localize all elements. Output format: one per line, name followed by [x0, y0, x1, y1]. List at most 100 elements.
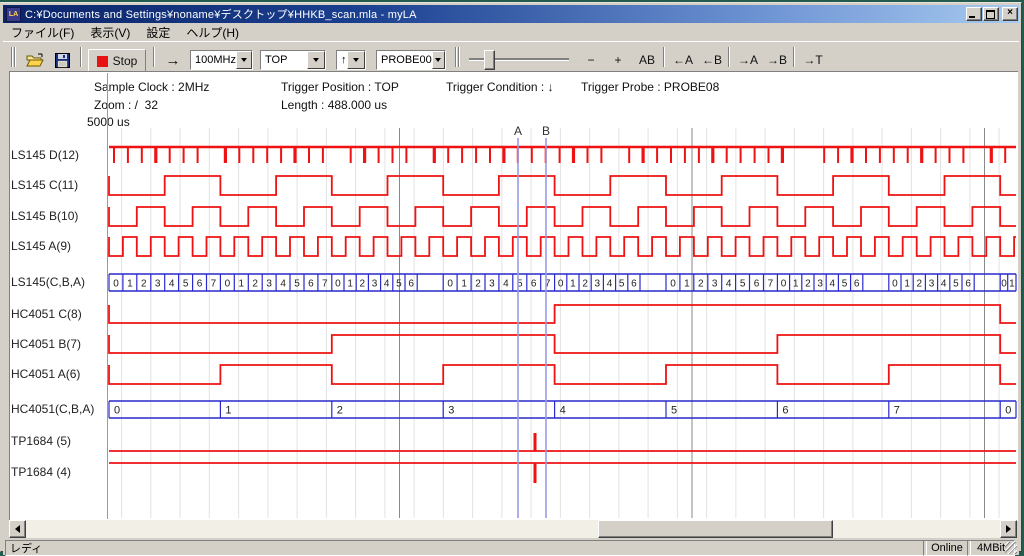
toolbar-separator: [663, 47, 665, 67]
scroll-left-button[interactable]: [9, 520, 26, 538]
triangle-right-icon: [1006, 525, 1011, 533]
bus-value: 5: [183, 279, 189, 290]
bus-value: 4: [941, 279, 947, 290]
stop-button[interactable]: Stop: [88, 49, 146, 73]
bus-value: 1: [127, 279, 133, 290]
bus-value: 5: [740, 279, 746, 290]
status-online-text: Online: [931, 542, 963, 554]
bus-value: 0: [335, 279, 341, 290]
window-controls: ×: [965, 7, 1019, 21]
dropdown-button[interactable]: [236, 51, 252, 69]
scroll-right-button[interactable]: [1000, 520, 1017, 538]
bus-value: 6: [408, 279, 414, 290]
zoom-out-button[interactable]: −: [580, 49, 602, 71]
dropdown-button[interactable]: [432, 51, 445, 69]
toolbar-separator: [728, 47, 730, 67]
move-b-right-button[interactable]: →B: [764, 49, 790, 71]
triangle-left-icon: [15, 525, 20, 533]
bus-value: 1: [347, 279, 353, 290]
sample-rate-value: 100MHz: [191, 54, 236, 66]
bus-value: 3: [929, 279, 935, 290]
bus-value: 7: [322, 279, 328, 290]
resize-grip[interactable]: [1005, 542, 1017, 554]
status-ready-text: レディ: [10, 540, 42, 556]
menu-item-file[interactable]: ファイル(F): [3, 23, 82, 42]
bus-value: 5: [294, 279, 300, 290]
minimize-icon: [969, 16, 975, 18]
maximize-icon: [986, 10, 995, 19]
status-online-panel: Online: [923, 540, 971, 556]
menu-item-view[interactable]: 表示(V): [82, 23, 138, 42]
bus-value: 5: [396, 279, 402, 290]
trigger-position-combo[interactable]: TOP: [260, 50, 326, 70]
zoom-slider-thumb[interactable]: [484, 50, 495, 70]
bus-value: 0: [1005, 405, 1011, 417]
ab-range-button[interactable]: AB: [634, 49, 660, 71]
bus-value: 6: [854, 279, 860, 290]
bus-value: 0: [558, 279, 564, 290]
bus-value: 6: [631, 279, 637, 290]
bus-value: 4: [280, 279, 286, 290]
bus-value: 0: [670, 279, 676, 290]
bus-value: 4: [607, 279, 613, 290]
bus-value: 4: [726, 279, 732, 290]
bus-value: 0: [225, 279, 231, 290]
bus-value: 4: [560, 405, 566, 417]
wave-ls145-b-10-: [109, 207, 1016, 226]
zoom-in-button[interactable]: +: [607, 49, 629, 71]
bus-value: 2: [917, 279, 923, 290]
bus-value: 4: [384, 279, 390, 290]
close-button[interactable]: ×: [1002, 7, 1018, 21]
save-file-button[interactable]: [50, 49, 74, 71]
window-title: C:¥Documents and Settings¥noname¥デスクトップ¥…: [25, 6, 417, 22]
dropdown-button[interactable]: [347, 51, 365, 69]
toolbar-separator: [793, 47, 795, 67]
bus-value: 6: [308, 279, 314, 290]
bus-value: 0: [781, 279, 787, 290]
toolbar-gripper[interactable]: [11, 47, 13, 67]
bus-value: 0: [114, 405, 120, 417]
bus-value: 2: [475, 279, 481, 290]
move-a-right-button[interactable]: →A: [735, 49, 761, 71]
bus-value: 3: [595, 279, 601, 290]
bus-value: 1: [1009, 279, 1015, 290]
bus-value: 3: [489, 279, 495, 290]
toolbar-separator: [455, 47, 457, 67]
bus-value: 6: [782, 405, 788, 417]
horizontal-scrollbar[interactable]: [9, 520, 1017, 538]
open-file-button[interactable]: [23, 49, 47, 71]
run-button[interactable]: →: [160, 49, 186, 71]
trigger-edge-combo[interactable]: ↑: [336, 50, 366, 70]
bus-value: 2: [141, 279, 147, 290]
run-arrow-icon: →: [166, 52, 181, 69]
close-icon: ×: [1003, 7, 1017, 18]
bus-value: 3: [448, 405, 454, 417]
title-bar[interactable]: LA C:¥Documents and Settings¥noname¥デスクト…: [3, 5, 1019, 23]
minimize-button[interactable]: [966, 7, 982, 21]
trigger-probe-combo[interactable]: PROBE00: [376, 50, 446, 70]
stop-label: Stop: [113, 54, 138, 68]
move-a-left-button[interactable]: ←A: [670, 49, 696, 71]
move-b-left-button[interactable]: ←B: [699, 49, 725, 71]
bus-value: 2: [360, 279, 366, 290]
scrollbar-thumb[interactable]: [598, 520, 833, 538]
wave-ls145-c-11-: [109, 176, 1016, 195]
toolbar-gripper[interactable]: [14, 47, 16, 67]
bus-value: 2: [698, 279, 704, 290]
bus-value: 3: [712, 279, 718, 290]
maximize-button[interactable]: [983, 7, 999, 21]
goto-trigger-button[interactable]: →T: [800, 49, 826, 71]
menu-item-settings[interactable]: 設定: [138, 23, 178, 42]
app-icon: LA: [6, 7, 21, 22]
bus-value: 4: [503, 279, 509, 290]
bus-value: 4: [830, 279, 836, 290]
dropdown-button[interactable]: [307, 51, 325, 69]
wave-hc4051-b-7-: [109, 335, 1016, 353]
wave-hc4051-c-8-: [109, 305, 1016, 323]
sample-rate-combo[interactable]: 100MHz: [190, 50, 253, 70]
toolbar-separator: [80, 47, 82, 67]
save-floppy-icon: [55, 53, 70, 68]
menu-item-help[interactable]: ヘルプ(H): [178, 23, 247, 42]
bus-value: 6: [197, 279, 203, 290]
bus-value: 1: [239, 279, 245, 290]
